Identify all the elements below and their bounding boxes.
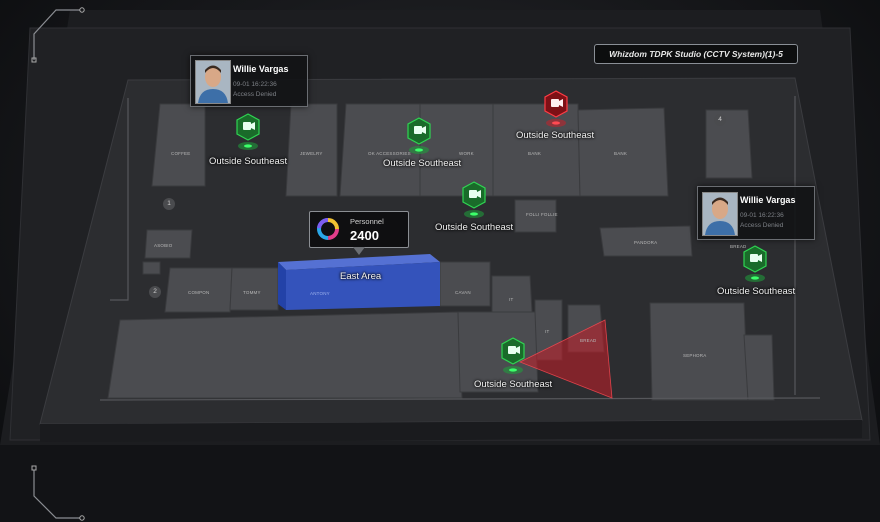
personnel-value: 2400 [350, 228, 379, 243]
shop-label-cavan: CAVAN [455, 290, 471, 295]
popup-pointer [353, 247, 365, 255]
access-status: Access Denied [233, 91, 277, 98]
camera-label: Outside Southeast [474, 379, 553, 390]
cctv-camera-icon[interactable] [459, 180, 489, 220]
event-time: 09-01 16:22:36 [233, 81, 277, 88]
shop-label-asobio: ASOBIO [154, 243, 173, 248]
personnel-count-popup[interactable]: Personnel 2400 [309, 211, 409, 255]
floor-marker[interactable]: 1 [163, 198, 175, 210]
access-event-card[interactable]: Willie Vargas 09-01 16:22:36 Access Deni… [190, 55, 308, 107]
cctv-camera-icon[interactable] [404, 116, 434, 156]
cctv-camera-alarm-icon[interactable] [541, 89, 571, 129]
cctv-camera-icon[interactable] [740, 244, 770, 284]
system-title: Whizdom TDPK Studio (CCTV System)(1)-5 [594, 44, 798, 64]
shop-label-bread: BREAD [580, 338, 597, 343]
avatar [702, 192, 738, 236]
cctv-camera-icon[interactable] [498, 336, 528, 376]
area-sub-label: ANTONY [310, 291, 330, 296]
shop-label-work: WORK [459, 151, 474, 156]
shop-label-pandora: PANDORA [634, 240, 658, 245]
avatar [195, 60, 231, 104]
shop-label-jewelry: JEWELRY [300, 151, 323, 156]
camera-label: Outside Southeast [717, 286, 796, 297]
camera-label: Outside Southeast [516, 130, 595, 141]
shop-label-it: IT [509, 297, 514, 302]
camera-label: Outside Southeast [209, 156, 288, 167]
donut-chart-icon [317, 218, 339, 240]
access-status: Access Denied [740, 222, 784, 229]
shop-label-tommy: TOMMY [243, 290, 261, 295]
camera-label: Outside Southeast [435, 222, 514, 233]
shop-label-it-2: IT [545, 329, 550, 334]
area-label[interactable]: East Area [340, 271, 381, 282]
floor-marker[interactable]: 4 [714, 114, 726, 126]
map-viewport[interactable]: Whizdom TDPK Studio (CCTV System)(1)-5 C… [0, 0, 880, 522]
person-name: Willie Vargas [233, 64, 289, 74]
shop-label-folli-follie: FOLLI FOLLIE [526, 212, 558, 217]
shop-label-bank-2: BANK [614, 151, 628, 156]
shop-label-sephora: SEPHORA [683, 353, 707, 358]
person-name: Willie Vargas [740, 195, 796, 205]
cctv-camera-icon[interactable] [233, 112, 263, 152]
shop-label-coffee: COFFEE [171, 151, 191, 156]
shop-label-bank: BANK [528, 151, 542, 156]
shop-label-compon: COMPON [188, 290, 210, 295]
personnel-label: Personnel [350, 217, 384, 226]
event-time: 09-01 16:22:36 [740, 212, 784, 219]
floor-marker[interactable]: 2 [149, 286, 161, 298]
camera-label: Outside Southeast [383, 158, 462, 169]
access-event-card[interactable]: Willie Vargas 09-01 16:22:36 Access Deni… [697, 186, 815, 240]
